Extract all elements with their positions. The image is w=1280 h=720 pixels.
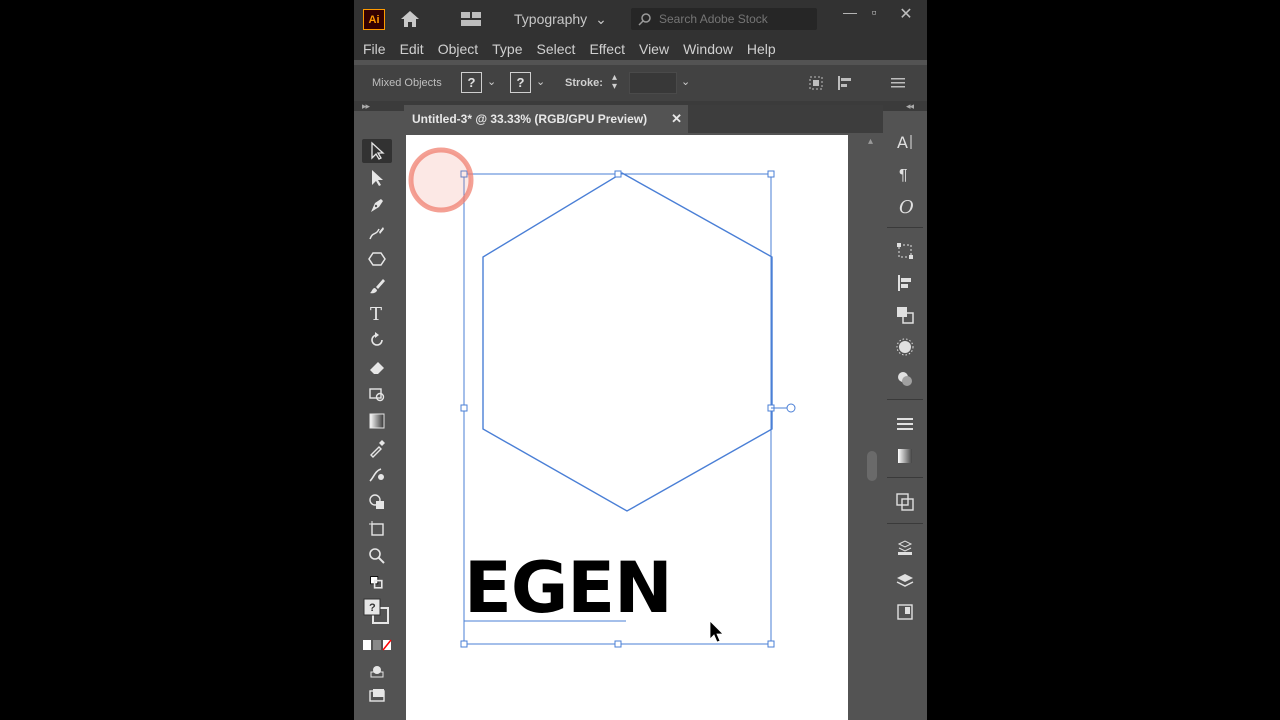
color-mode-buttons[interactable] [362, 637, 392, 653]
illustrator-window: Ai Typography ⌄ — ▫ ✕ File Edit Object T… [354, 0, 927, 720]
svg-text:T: T [370, 304, 382, 323]
menu-file[interactable]: File [363, 41, 386, 57]
menu-select[interactable]: Select [537, 41, 576, 57]
vertical-scrollbar[interactable]: ▴ [862, 133, 883, 720]
fill-dropdown-icon[interactable]: ⌄ [487, 75, 496, 88]
default-fill-stroke-icon[interactable] [362, 574, 392, 592]
transform-icon[interactable] [808, 75, 824, 91]
zoom-tool-icon[interactable] [362, 544, 392, 568]
screen-mode-icon[interactable] [362, 684, 392, 708]
free-transform-tool-icon[interactable] [362, 382, 392, 406]
svg-text:O: O [899, 197, 914, 216]
gradient-panel-icon[interactable] [890, 443, 920, 469]
selection-type-label: Mixed Objects [372, 77, 442, 89]
document-tab[interactable]: Untitled-3* @ 33.33% (RGB/GPU Preview) ✕ [404, 105, 688, 133]
close-window-button[interactable]: ✕ [894, 4, 918, 23]
selection-tool-icon[interactable] [362, 139, 392, 163]
workspace-label: Typography [514, 11, 588, 27]
panel-separator [887, 523, 923, 524]
scroll-up-icon[interactable]: ▴ [868, 136, 873, 147]
menu-help[interactable]: Help [747, 41, 776, 57]
panel-separator [887, 227, 923, 228]
transparency-panel-icon[interactable] [890, 489, 920, 515]
appearance-panel-icon[interactable] [890, 334, 920, 360]
chevron-down-icon: ⌄ [595, 10, 607, 27]
svg-text:¶: ¶ [899, 167, 908, 184]
stroke-label: Stroke: [565, 77, 603, 89]
svg-text:?: ? [369, 602, 376, 614]
control-bar: Mixed Objects ? ⌄ ? ⌄ Stroke: ▴ ▾ ⌄ [354, 65, 927, 101]
expand-tools-icon[interactable]: ▸▸ [362, 101, 370, 112]
libraries-panel-icon[interactable] [890, 535, 920, 561]
stroke-stepper-icon[interactable]: ▴ ▾ [612, 73, 617, 92]
stroke-swatch[interactable]: ? [510, 72, 531, 93]
rotate-tool-icon[interactable] [362, 328, 392, 352]
align-panel-icon[interactable] [890, 270, 920, 296]
align-icon[interactable] [836, 74, 856, 92]
artwork-layer [408, 147, 796, 648]
polygon-tool-icon[interactable] [362, 247, 392, 271]
stroke-panel-icon[interactable] [890, 411, 920, 437]
fill-stroke-indicator[interactable]: ? [362, 597, 392, 627]
layers-panel-icon[interactable] [890, 567, 920, 593]
close-tab-icon[interactable]: ✕ [671, 111, 682, 127]
fill-swatch[interactable]: ? [461, 72, 482, 93]
eraser-tool-icon[interactable] [362, 355, 392, 379]
stroke-dropdown-icon[interactable]: ⌄ [536, 75, 545, 88]
mouse-cursor-icon [709, 620, 724, 643]
type-tool-icon[interactable]: T [362, 301, 392, 325]
scroll-thumb[interactable] [867, 451, 877, 481]
app-logo: Ai [363, 9, 385, 30]
minimize-button[interactable]: — [838, 4, 862, 22]
panel-separator [887, 399, 923, 400]
workspace-switcher[interactable]: Typography ⌄ [514, 9, 607, 29]
home-icon[interactable] [399, 9, 421, 29]
character-panel-icon[interactable]: A [890, 129, 920, 155]
arrange-documents-icon[interactable] [460, 11, 482, 27]
direct-selection-tool-icon[interactable] [362, 166, 392, 190]
search-input[interactable] [657, 11, 811, 27]
panel-separator [887, 477, 923, 478]
title-bar: Ai Typography ⌄ — ▫ ✕ [354, 0, 927, 37]
rotation-handle[interactable] [786, 403, 796, 413]
menu-view[interactable]: View [639, 41, 669, 57]
menu-effect[interactable]: Effect [589, 41, 625, 57]
menu-type[interactable]: Type [492, 41, 522, 57]
document-tab-title: Untitled-3* @ 33.33% (RGB/GPU Preview) [412, 112, 648, 126]
menu-window[interactable]: Window [683, 41, 733, 57]
panel-menu-icon[interactable] [890, 76, 906, 90]
document-canvas[interactable]: EGEN ▴ [404, 133, 883, 720]
search-icon [638, 13, 651, 26]
menu-bar: File Edit Object Type Select Effect View… [354, 37, 927, 60]
transform-panel-icon[interactable] [890, 238, 920, 264]
maximize-button[interactable]: ▫ [862, 4, 886, 22]
panel-dock: A ¶ O [883, 111, 927, 720]
graphic-styles-panel-icon[interactable] [890, 366, 920, 392]
artboard-tool-icon[interactable] [362, 517, 392, 541]
shape-builder-tool-icon[interactable] [362, 490, 392, 514]
svg-text:A: A [897, 133, 908, 152]
menu-edit[interactable]: Edit [400, 41, 424, 57]
stock-search[interactable] [631, 8, 817, 30]
stroke-weight-dropdown-icon[interactable]: ⌄ [681, 75, 690, 88]
eyedropper-tool-icon[interactable] [362, 436, 392, 460]
tools-panel: T ? [354, 131, 404, 720]
paragraph-panel-icon[interactable]: ¶ [890, 161, 920, 187]
hexagon-shape[interactable] [482, 172, 773, 512]
stroke-weight-field[interactable] [629, 72, 677, 94]
pathfinder-panel-icon[interactable] [890, 302, 920, 328]
document-tab-bar: Untitled-3* @ 33.33% (RGB/GPU Preview) ✕ [404, 105, 883, 133]
gradient-tool-icon[interactable] [362, 409, 392, 433]
blend-tool-icon[interactable] [362, 463, 392, 487]
paintbrush-tool-icon[interactable] [362, 274, 392, 298]
artwork-text[interactable]: EGEN [464, 553, 673, 623]
menu-object[interactable]: Object [438, 41, 478, 57]
curvature-tool-icon[interactable] [362, 220, 392, 244]
draw-mode-icon[interactable] [362, 658, 392, 682]
artboards-panel-icon[interactable] [890, 599, 920, 625]
pen-tool-icon[interactable] [362, 193, 392, 217]
opentype-panel-icon[interactable]: O [890, 193, 920, 219]
